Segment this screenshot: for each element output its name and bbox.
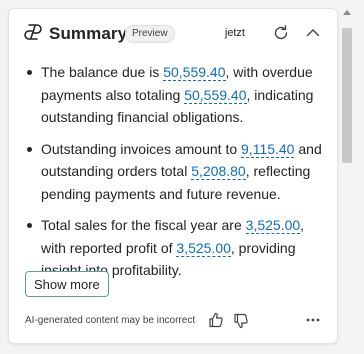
overdue-amount[interactable]: 50,559.40: [184, 86, 247, 104]
summary-item-invoices: Outstanding invoices amount to 9,115.40 …: [21, 138, 325, 206]
scrollbar[interactable]: [340, 8, 354, 342]
more-options-button[interactable]: [303, 311, 323, 329]
collapse-button[interactable]: [303, 23, 323, 43]
outstanding-orders-amount[interactable]: 5,208.80: [191, 163, 246, 180]
summary-item-balance: The balance due is 50,559.40, with overd…: [21, 61, 325, 129]
scroll-up-arrow-icon[interactable]: [343, 10, 351, 15]
chevron-up-icon: [306, 29, 320, 37]
summary-content: The balance due is 50,559.40, with overd…: [21, 61, 325, 291]
refresh-icon: [274, 25, 288, 40]
total-sales-amount[interactable]: 3,525.00: [245, 217, 301, 234]
thumbs-down-icon: [234, 313, 248, 329]
ai-disclaimer: AI-generated content may be incorrect: [25, 315, 196, 326]
show-more-button[interactable]: Show more: [25, 271, 109, 297]
card-header: Summary Preview jetzt: [9, 9, 337, 59]
more-options-icon: [306, 318, 320, 322]
reported-profit-amount[interactable]: 3,525.00: [176, 239, 231, 257]
thumbs-up-button[interactable]: [207, 311, 225, 329]
refresh-button[interactable]: [271, 23, 291, 43]
scrollbar-thumb[interactable]: [342, 28, 352, 163]
summary-card: Summary Preview jetzt The balance due is…: [8, 8, 338, 344]
outstanding-invoices-amount[interactable]: 9,115.40: [241, 140, 295, 158]
timestamp: jetzt: [224, 27, 245, 39]
preview-badge: Preview: [125, 25, 175, 43]
summary-text: Total sales for the fiscal year are: [41, 217, 246, 233]
summary-list: The balance due is 50,559.40, with overd…: [21, 61, 325, 282]
summary-text: Outstanding invoices amount to: [41, 140, 242, 157]
summary-text: The balance due is: [41, 64, 164, 80]
balance-due-amount[interactable]: 50,559.40: [163, 64, 226, 81]
copilot-logo-icon: [23, 23, 43, 41]
card-title: Summary: [49, 24, 128, 43]
thumbs-up-icon: [209, 312, 223, 328]
card-footer: AI-generated content may be incorrect: [9, 309, 337, 335]
thumbs-down-button[interactable]: [232, 312, 250, 330]
